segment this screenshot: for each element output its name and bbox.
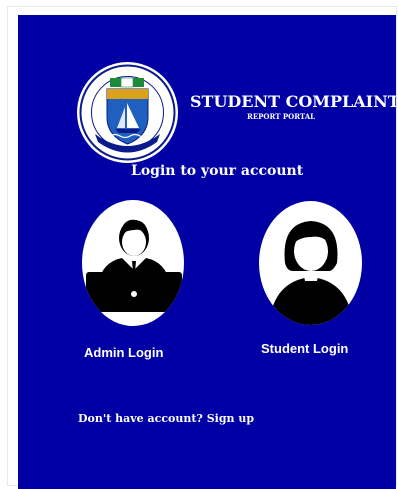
admin-avatar-icon[interactable] [82,200,184,326]
admin-login-button[interactable]: Admin Login [84,345,163,360]
app-frame: STUDENT COMPLAINT REPORT PORTAL Login to… [7,6,397,489]
student-avatar-icon[interactable] [259,201,362,325]
login-heading: Login to your account [131,163,304,179]
signup-line: Don't have account? Sign up [78,412,254,425]
student-login-button[interactable]: Student Login [261,341,348,356]
signup-prompt: Don't have account? [78,412,203,425]
app-title: STUDENT COMPLAINT [190,92,396,111]
app-subtitle: REPORT PORTAL [247,112,316,121]
university-crest-icon [77,62,178,163]
signup-link[interactable]: Sign up [207,412,254,425]
login-screen: STUDENT COMPLAINT REPORT PORTAL Login to… [18,15,396,489]
